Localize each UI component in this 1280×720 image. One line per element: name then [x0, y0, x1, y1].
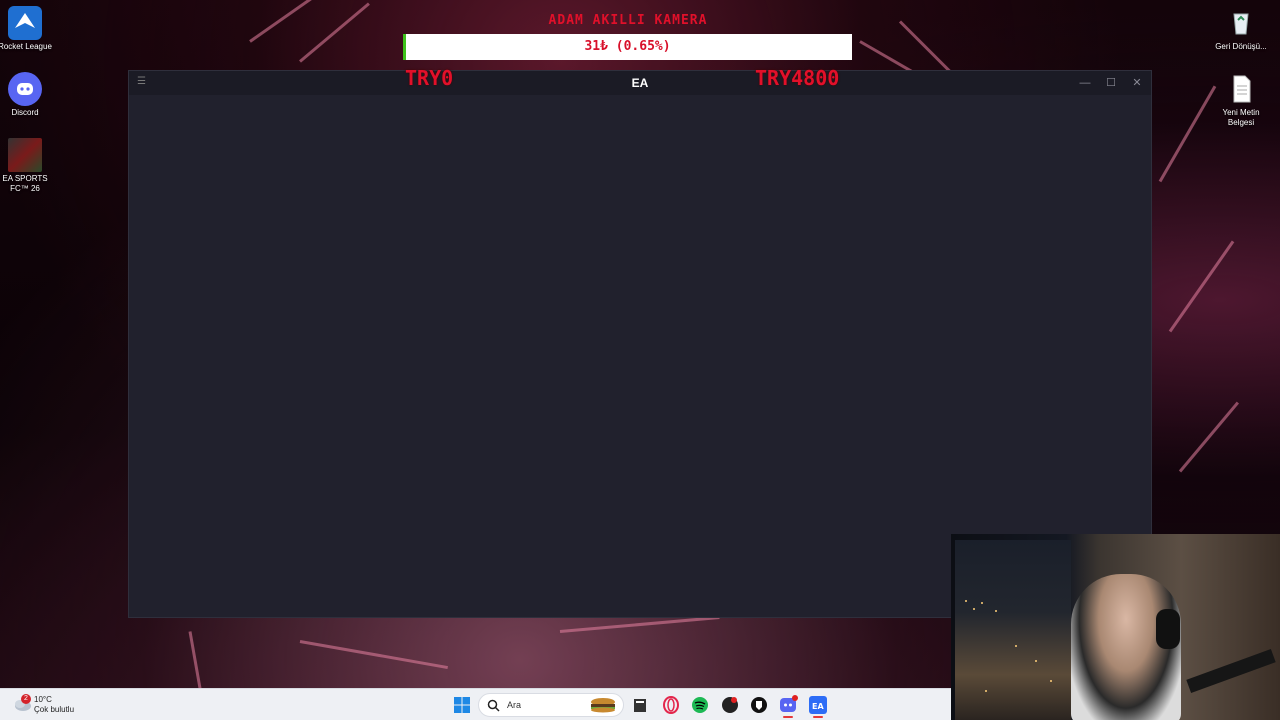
- desktop-icon-discord[interactable]: Discord: [0, 72, 55, 118]
- weather-condition: Çok bulutlu: [34, 705, 75, 714]
- close-button[interactable]: ✕: [1129, 75, 1145, 91]
- desktop-icon-label: Yeni Metin Belgesi: [1222, 108, 1260, 127]
- desktop-icon-rocket-league[interactable]: Rocket League: [0, 6, 55, 52]
- taskbar: 2 10°C Çok bulutlu Ara EA: [0, 688, 951, 720]
- window-title: EA: [631, 76, 649, 90]
- search-highlight-burger-icon: [591, 698, 615, 713]
- discord-icon: [8, 72, 42, 106]
- donation-goal-bar: 31₺ (0.65%): [403, 34, 852, 60]
- desktop-icon-text-document[interactable]: Yeni Metin Belgesi: [1211, 72, 1271, 128]
- desktop-icon-label: Discord: [11, 108, 39, 117]
- headset: [1156, 609, 1180, 649]
- spotify-icon[interactable]: [690, 695, 710, 715]
- rocket-league-icon: [8, 6, 42, 40]
- donation-goal-min: TRY0: [405, 66, 454, 90]
- desktop-icon-recycle-bin[interactable]: Geri Dönüşü...: [1211, 6, 1271, 52]
- active-indicator: [813, 716, 823, 718]
- desktop-icon-ea-fc26[interactable]: EA SPORTS FC™ 26: [0, 138, 55, 194]
- opera-gx-icon[interactable]: [661, 695, 681, 715]
- search-placeholder: Ara: [507, 700, 522, 710]
- donation-goal-value: 31₺ (0.65%): [584, 39, 671, 54]
- microphone-arm: [1186, 649, 1276, 693]
- ea-fc26-icon: [8, 138, 42, 172]
- notification-badge: 2: [21, 694, 31, 704]
- window-titlebar[interactable]: ☰ EA — ☐ ✕: [129, 71, 1151, 95]
- webcam-feed: [951, 534, 1280, 720]
- desktop-icon-label: EA SPORTS FC™ 26: [2, 174, 48, 193]
- game-app-icon[interactable]: [720, 695, 740, 715]
- ea-app-icon[interactable]: EA: [808, 695, 828, 718]
- text-document-icon: [1224, 72, 1258, 106]
- taskbar-search-box[interactable]: Ara: [478, 693, 624, 717]
- maximize-button[interactable]: ☐: [1103, 75, 1119, 91]
- windows-start-icon[interactable]: [452, 695, 472, 715]
- discord-icon[interactable]: [778, 695, 798, 718]
- active-indicator: [783, 716, 793, 718]
- search-icon: [487, 699, 500, 712]
- donation-goal-max: TRY4800: [755, 66, 840, 90]
- riot-client-icon[interactable]: [749, 695, 769, 715]
- desktop-icon-label: Geri Dönüşü...: [1215, 42, 1267, 51]
- svg-text:EA: EA: [812, 702, 824, 711]
- donation-goal-title: ADAM AKILLI KAMERA: [548, 13, 708, 28]
- weather-temperature: 10°C: [34, 695, 52, 704]
- desktop-icon-label: Rocket League: [0, 42, 52, 51]
- recycle-bin-icon: [1224, 6, 1258, 40]
- weather-widget[interactable]: 2 10°C Çok bulutlu: [12, 694, 92, 716]
- minimize-button[interactable]: —: [1077, 75, 1093, 91]
- webcam-window-view: [955, 540, 1071, 720]
- file-explorer-icon[interactable]: [630, 695, 650, 715]
